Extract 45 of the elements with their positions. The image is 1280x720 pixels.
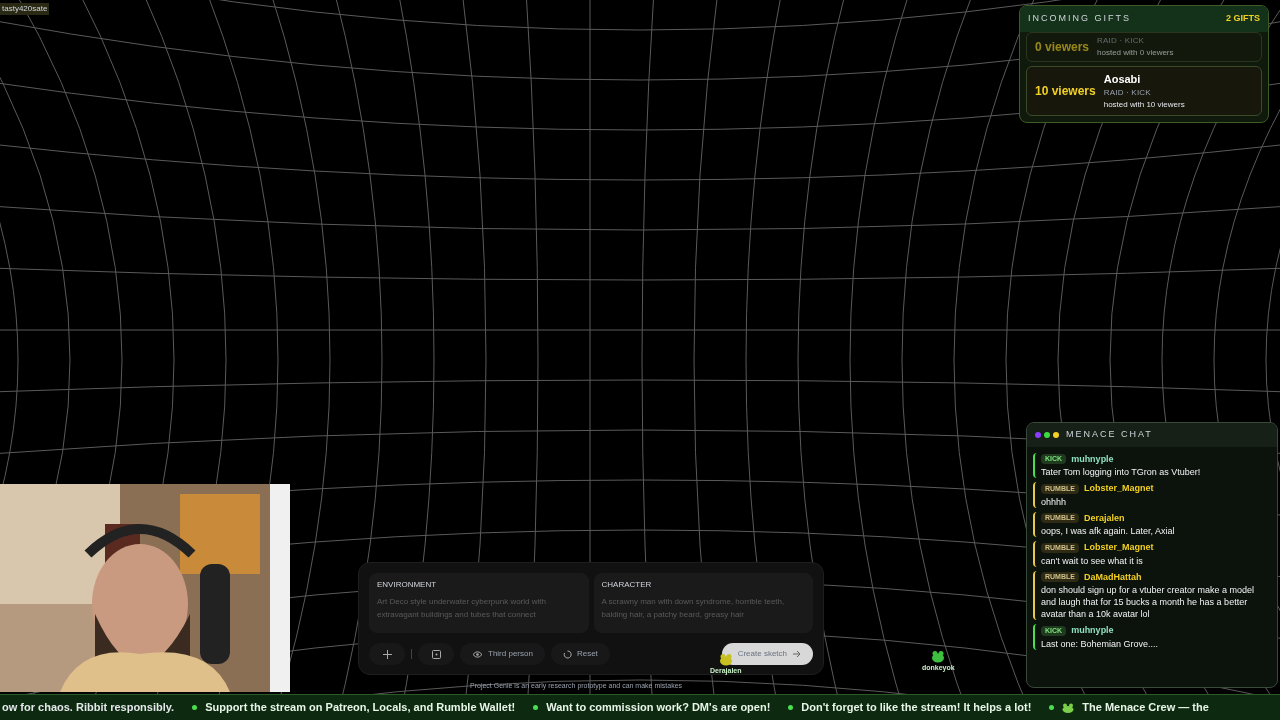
gifter-name: Aosabi — [1103, 71, 1142, 87]
chat-text: Last one: Bohemian Grove.... — [1041, 637, 1160, 650]
chat-text: oops, I was afk again. Later, Axial — [1041, 525, 1176, 537]
chat-text: can't wait to see what it is — [1041, 554, 1144, 567]
panel-title: MENACE CHAT — [1066, 428, 1153, 441]
chat-username: Derajalen — [1083, 511, 1125, 525]
ticker-text: The Menace Crew — the — [1082, 700, 1209, 716]
ticker-text: Support the stream on Patreon, Locals, and Rumble Wallet! — [205, 700, 516, 716]
chat-username: muhnyple — [1071, 452, 1114, 466]
bullet-icon — [192, 705, 198, 710]
eye-icon — [472, 649, 483, 659]
chat-text: don should sign up for a vtuber creator make a model and laugh that for 15 bucks a month he has a better avatar than a 10k avatar lol — [1041, 584, 1256, 620]
gift-source: RAID · KICK — [1103, 87, 1152, 99]
chat-text: Tater Tom logging into TGron as Vtuber! — [1041, 466, 1202, 478]
bullet-icon — [533, 705, 539, 710]
bullet-icon — [788, 705, 794, 710]
chat-text: ohhhh — [1041, 495, 1068, 508]
frame-button[interactable] — [418, 643, 454, 665]
gift-source: RAID · KICK — [1097, 34, 1146, 47]
gift-detail: hosted with 0 viewers — [1097, 46, 1174, 59]
panel-title: INCOMING GIFTS — [1028, 12, 1131, 25]
ticker-text: Don't forget to like the stream! It helps a lot! — [801, 700, 1032, 716]
gift-detail: hosted with 10 viewers — [1103, 99, 1185, 111]
view-button[interactable]: Third person — [460, 643, 545, 665]
frog-avatar-icon — [931, 650, 946, 663]
frame-icon — [431, 649, 441, 659]
add-button[interactable] — [369, 643, 405, 665]
viewer-amount: 10 viewers — [1035, 82, 1096, 100]
chat-username: Lobster_Magnet — [1083, 541, 1154, 554]
bullet-icon — [1049, 705, 1055, 710]
chat-username: muhnyple — [1071, 624, 1114, 637]
chat-username: DaMadHattah — [1083, 570, 1142, 584]
ticker-text: Want to commission work? DM's are open! — [546, 700, 771, 716]
arrow-icon — [793, 650, 801, 658]
reset-icon — [562, 649, 572, 659]
streamer-tag: tasty420sate — [0, 3, 50, 15]
chat-username: Lobster_Magnet — [1083, 482, 1154, 495]
ticker-text: ow for chaos. Ribbit responsibly. — [2, 700, 175, 716]
reset-button[interactable]: Reset — [550, 643, 610, 665]
viewer-amount: 0 viewers — [1035, 38, 1090, 56]
plus-icon — [382, 649, 392, 659]
gift-count: 2 GIFTS — [1226, 12, 1260, 25]
create-button[interactable]: Create sketch — [721, 643, 813, 665]
frog-avatar-icon — [718, 653, 733, 666]
frog-icon — [1062, 702, 1075, 713]
